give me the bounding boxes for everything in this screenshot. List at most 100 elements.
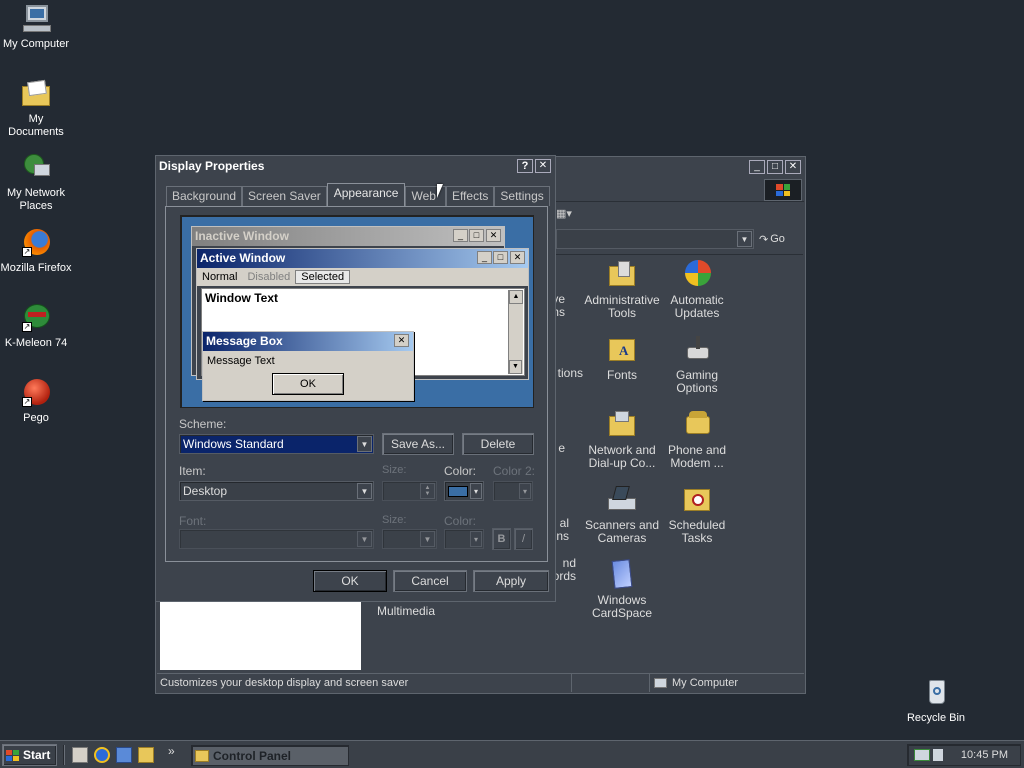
- cp-item-scanners-cameras[interactable]: Scanners and Cameras: [582, 483, 662, 545]
- preview-active-close-icon: ✕: [510, 251, 525, 264]
- delete-button[interactable]: Delete: [462, 433, 534, 455]
- go-arrow-icon: ↷: [759, 233, 769, 246]
- item-dropdown-icon[interactable]: ▼: [357, 483, 372, 499]
- address-dropdown-icon[interactable]: ▼: [737, 231, 752, 247]
- dialog-close-button[interactable]: ✕: [535, 159, 551, 173]
- network-tray-icon[interactable]: [914, 749, 930, 761]
- mouse-cursor-icon: [437, 184, 443, 198]
- size-spinner[interactable]: ▲ ▼: [382, 481, 437, 501]
- item-label: Item:: [179, 464, 206, 478]
- quick-launch-more[interactable]: »: [168, 744, 175, 758]
- font-size-select[interactable]: ▼: [382, 529, 437, 549]
- preview-msgbox-close-icon: ✕: [394, 334, 409, 347]
- computer-icon: [20, 3, 52, 35]
- font-color-picker[interactable]: ▾: [444, 529, 484, 549]
- font-color-dropdown-icon[interactable]: ▾: [470, 531, 482, 547]
- cp-item-automatic-updates[interactable]: Automatic Updates: [657, 258, 737, 320]
- color-dropdown-icon[interactable]: ▾: [470, 483, 482, 499]
- cp-item-fonts[interactable]: A Fonts: [582, 333, 662, 382]
- desktop-icon-my-documents[interactable]: My Documents: [0, 78, 72, 139]
- apply-button[interactable]: Apply: [473, 570, 549, 592]
- views-button[interactable]: ▦▾: [556, 206, 578, 220]
- desktop-icon-kmeleon[interactable]: ↗ K-Meleon 74: [0, 302, 72, 350]
- color2-dropdown-icon[interactable]: ▾: [519, 483, 531, 499]
- tab-appearance[interactable]: Appearance: [326, 183, 406, 206]
- scheme-dropdown-icon[interactable]: ▼: [357, 436, 372, 452]
- taskbar-control-panel[interactable]: Control Panel: [191, 745, 349, 766]
- maximize-button[interactable]: □: [767, 160, 783, 174]
- preview-active-min-icon: _: [477, 251, 492, 264]
- color-picker[interactable]: ▾: [444, 481, 484, 501]
- cp-item-network-dialup[interactable]: Network and Dial-up Co...: [582, 408, 662, 470]
- spinner-icon: ▲ ▼: [420, 483, 435, 499]
- system-tray: 10:45 PM: [907, 744, 1021, 766]
- scanner-icon: [606, 483, 638, 515]
- preview-close-icon: ✕: [486, 229, 501, 242]
- scroll-down-icon: ▼: [509, 360, 522, 374]
- address-input[interactable]: ▼: [556, 229, 754, 249]
- outlook-express-icon[interactable]: [116, 747, 132, 763]
- font-select[interactable]: ▼: [179, 529, 374, 549]
- tab-effects[interactable]: Effects: [445, 186, 495, 206]
- control-panel-small-icon: [195, 749, 209, 762]
- quick-launch: [72, 747, 154, 763]
- cp-item-multimedia[interactable]: Multimedia: [366, 605, 446, 618]
- status-bar: Customizes your desktop display and scre…: [157, 673, 804, 692]
- preview-msgbox-text: Message Text: [207, 355, 275, 367]
- cardspace-icon: [606, 558, 638, 590]
- info-pane: [160, 602, 361, 670]
- tab-screen-saver[interactable]: Screen Saver: [242, 186, 327, 206]
- preview-menu-normal: Normal: [202, 271, 238, 283]
- preview-menu-selected: Selected: [295, 270, 351, 284]
- administrative-tools-icon: [606, 258, 638, 290]
- desktop-icon-my-computer[interactable]: My Computer: [0, 3, 72, 51]
- minimize-button[interactable]: _: [749, 160, 765, 174]
- cp-item-phone-modem[interactable]: Phone and Modem ...: [657, 408, 737, 470]
- tab-settings[interactable]: Settings: [494, 186, 550, 206]
- status-zone: My Computer: [650, 674, 804, 692]
- cp-item-scheduled-tasks[interactable]: Scheduled Tasks: [657, 483, 737, 545]
- item-select[interactable]: Desktop ▼: [179, 481, 374, 501]
- tab-background[interactable]: Background: [166, 186, 243, 206]
- show-desktop-icon[interactable]: [72, 747, 88, 763]
- ok-button[interactable]: OK: [313, 570, 387, 592]
- network-connections-icon: [606, 408, 638, 440]
- dialog-caption-buttons: ? ✕: [515, 159, 551, 173]
- font-size-dropdown-icon[interactable]: ▼: [420, 531, 435, 547]
- cancel-button[interactable]: Cancel: [393, 570, 467, 592]
- desktop-icon-recycle-bin[interactable]: Recycle Bin: [900, 677, 972, 725]
- help-button[interactable]: ?: [517, 159, 533, 173]
- desktop-icon-network-places[interactable]: My Network Places: [0, 152, 72, 213]
- italic-button[interactable]: /: [514, 528, 533, 550]
- size-label: Size:: [382, 464, 407, 476]
- preview-active-max-icon: □: [493, 251, 508, 264]
- save-as-button[interactable]: Save As...: [382, 433, 454, 455]
- scheme-select[interactable]: Windows Standard ▼: [179, 434, 374, 454]
- color2-picker[interactable]: ▾: [493, 481, 533, 501]
- taskbar: Start » Control Panel 10:45 PM: [0, 740, 1024, 768]
- preview-window-text: Window Text: [205, 291, 278, 305]
- taskbar-separator: [63, 745, 65, 765]
- font-dropdown-icon[interactable]: ▼: [357, 531, 372, 547]
- clock[interactable]: 10:45 PM: [961, 749, 1008, 761]
- close-button[interactable]: ✕: [785, 160, 801, 174]
- windows-logo-icon: [764, 179, 802, 201]
- cp-item-windows-cardspace[interactable]: Windows CardSpace: [582, 558, 662, 620]
- internet-explorer-icon[interactable]: [94, 747, 110, 763]
- windows-flag-icon: [6, 749, 19, 761]
- volume-tray-icon[interactable]: [933, 749, 943, 761]
- go-button[interactable]: ↷ Go: [759, 229, 799, 249]
- appearance-preview[interactable]: Inactive Window _ □ ✕ Active Window _ □ …: [180, 215, 534, 408]
- preview-active-buttons: _ □ ✕: [476, 251, 525, 264]
- scheme-value: Windows Standard: [183, 437, 284, 451]
- bold-button[interactable]: B: [492, 528, 511, 550]
- item-value: Desktop: [183, 484, 228, 498]
- gaming-options-icon: [681, 333, 713, 365]
- media-player-icon[interactable]: [138, 747, 154, 763]
- cp-item-administrative-tools[interactable]: Administrative Tools: [582, 258, 662, 320]
- start-button[interactable]: Start: [2, 744, 57, 766]
- desktop-icon-pego[interactable]: ↗ Pego: [0, 377, 72, 425]
- desktop-icon-firefox[interactable]: ↗ Mozilla Firefox: [0, 227, 72, 275]
- cp-item-gaming-options[interactable]: Gaming Options: [657, 333, 737, 395]
- font-label: Font:: [179, 514, 207, 528]
